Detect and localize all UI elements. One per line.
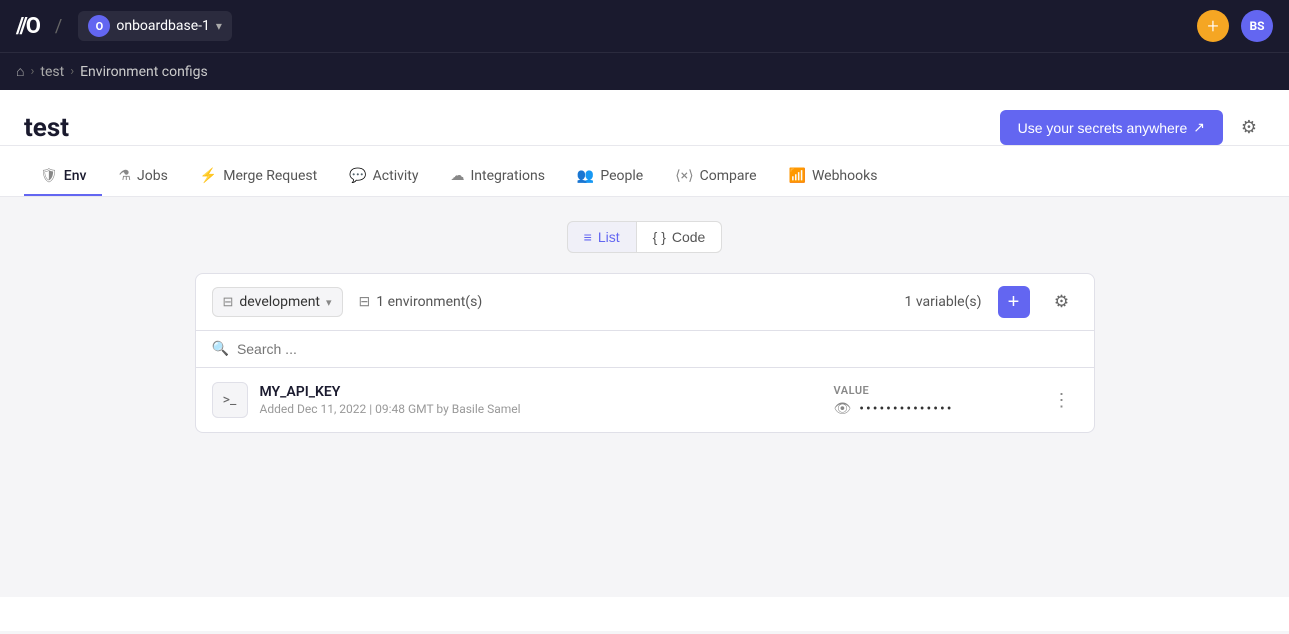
content-area: ≡ List { } Code ⊟ development ▾ ⊟ 1 envi… — [0, 197, 1289, 597]
tab-jobs[interactable]: ⚗ Jobs — [102, 158, 183, 196]
tab-people-label: People — [600, 168, 643, 184]
page-header-actions: Use your secrets anywhere ↗ ⚙ — [1000, 110, 1265, 145]
env-count-text: 1 environment(s) — [376, 294, 482, 310]
jobs-icon: ⚗ — [118, 168, 131, 184]
top-navigation: //O / O onboardbase-1 ▾ + BS — [0, 0, 1289, 52]
tab-env-label: Env — [64, 168, 87, 184]
code-view-button[interactable]: { } Code — [637, 221, 723, 253]
logo-icon: //O — [16, 14, 39, 39]
merge-icon: ⚡ — [200, 168, 217, 184]
variable-value-row: 👁 •••••••••••••• — [834, 401, 954, 417]
list-view-button[interactable]: ≡ List — [567, 221, 637, 253]
org-name: onboardbase-1 — [116, 18, 210, 34]
tab-jobs-label: Jobs — [137, 168, 168, 184]
tab-merge-request-label: Merge Request — [223, 168, 317, 184]
tab-activity[interactable]: 💬 Activity — [333, 158, 434, 196]
page-header: test Use your secrets anywhere ↗ ⚙ — [0, 90, 1289, 146]
tab-people[interactable]: 👥 People — [561, 158, 659, 196]
people-icon: 👥 — [577, 168, 594, 184]
tab-compare[interactable]: ⟨×⟩ Compare — [659, 158, 772, 196]
integrations-icon: ☁ — [451, 168, 465, 184]
breadcrumb-env-configs: Environment configs — [80, 64, 208, 80]
home-icon[interactable]: ⌂ — [16, 63, 24, 80]
variable-name: MY_API_KEY — [260, 384, 822, 400]
variable-value-section: VALUE 👁 •••••••••••••• — [834, 384, 1034, 417]
tab-activity-label: Activity — [373, 168, 419, 184]
chevron-down-icon: ▾ — [216, 19, 222, 33]
variable-masked-value: •••••••••••••• — [859, 401, 953, 417]
main-content: test Use your secrets anywhere ↗ ⚙ 🛡 Env… — [0, 90, 1289, 631]
variable-actions: ⋮ — [1046, 384, 1078, 416]
variable-meta: Added Dec 11, 2022 | 09:48 GMT by Basile… — [260, 402, 822, 416]
env-selector[interactable]: ⊟ development ▾ — [212, 287, 343, 317]
compare-icon: ⟨×⟩ — [675, 168, 693, 184]
tab-compare-label: Compare — [700, 168, 757, 184]
env-selector-name: development — [239, 294, 320, 310]
tab-integrations[interactable]: ☁ Integrations — [435, 158, 561, 196]
tab-webhooks[interactable]: 📶 Webhooks — [773, 158, 894, 196]
external-link-icon: ↗ — [1193, 119, 1205, 136]
view-toggle: ≡ List { } Code — [24, 221, 1265, 253]
breadcrumb-test[interactable]: test — [40, 64, 64, 80]
search-icon: 🔍 — [212, 341, 229, 357]
webhooks-icon: 📶 — [789, 168, 806, 184]
variable-menu-button[interactable]: ⋮ — [1046, 384, 1078, 416]
env-toolbar: ⊟ development ▾ ⊟ 1 environment(s) 1 var… — [195, 273, 1095, 331]
table-row: >_ MY_API_KEY Added Dec 11, 2022 | 09:48… — [196, 368, 1094, 432]
list-view-label: List — [598, 229, 620, 245]
breadcrumb-separator: › — [70, 64, 74, 79]
tab-webhooks-label: Webhooks — [812, 168, 878, 184]
page-settings-button[interactable]: ⚙ — [1233, 112, 1265, 144]
env-selector-chevron-icon: ▾ — [326, 296, 332, 309]
variable-count: 1 variable(s) — [905, 294, 982, 310]
slash-separator: / — [55, 16, 62, 37]
add-variable-button[interactable]: + — [998, 286, 1030, 318]
tab-bar: 🛡 Env ⚗ Jobs ⚡ Merge Request 💬 Activity … — [0, 158, 1289, 197]
list-icon: ≡ — [584, 229, 592, 245]
tab-integrations-label: Integrations — [471, 168, 545, 184]
breadcrumb-separator: › — [30, 64, 34, 79]
use-secrets-button[interactable]: Use your secrets anywhere ↗ — [1000, 110, 1223, 145]
activity-icon: 💬 — [349, 168, 366, 184]
env-count-icon: ⊟ — [359, 294, 371, 310]
code-view-label: Code — [672, 229, 705, 245]
add-button[interactable]: + — [1197, 10, 1229, 42]
search-bar: 🔍 — [195, 331, 1095, 368]
eye-icon[interactable]: 👁 — [834, 401, 852, 417]
user-avatar[interactable]: BS — [1241, 10, 1273, 42]
search-input[interactable] — [237, 341, 1078, 357]
env-selector-icon: ⊟ — [223, 295, 234, 310]
shield-icon: 🛡 — [40, 168, 58, 184]
org-selector[interactable]: O onboardbase-1 ▾ — [78, 11, 232, 41]
env-count: ⊟ 1 environment(s) — [359, 294, 483, 310]
tab-merge-request[interactable]: ⚡ Merge Request — [184, 158, 333, 196]
page-title: test — [24, 113, 69, 143]
tab-env[interactable]: 🛡 Env — [24, 158, 102, 196]
variable-list: >_ MY_API_KEY Added Dec 11, 2022 | 09:48… — [195, 368, 1095, 433]
variable-value-label: VALUE — [834, 384, 870, 397]
variable-info: MY_API_KEY Added Dec 11, 2022 | 09:48 GM… — [260, 384, 822, 416]
org-avatar: O — [88, 15, 110, 37]
breadcrumb: ⌂ › test › Environment configs — [0, 52, 1289, 90]
variable-icon: >_ — [212, 382, 248, 418]
logo: //O — [16, 14, 39, 39]
env-settings-button[interactable]: ⚙ — [1046, 286, 1078, 318]
code-icon: { } — [653, 229, 666, 245]
use-secrets-label: Use your secrets anywhere — [1018, 120, 1188, 136]
